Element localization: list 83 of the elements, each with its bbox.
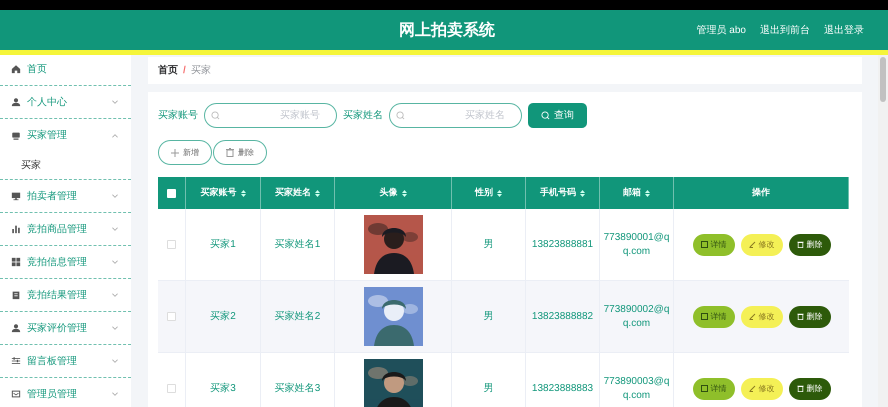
sidebar-item[interactable]: 首页 <box>0 55 131 86</box>
sidebar-subitem[interactable]: 买家 <box>0 152 131 180</box>
sidebar-item[interactable]: 买家管理 <box>0 119 131 152</box>
pencil-icon <box>748 385 756 392</box>
delete-button[interactable]: 删除 <box>213 140 267 165</box>
bar-chart-icon <box>11 224 21 234</box>
monitor-icon <box>11 191 21 201</box>
table-cell: 13823888882 <box>532 310 594 324</box>
search-icon <box>396 111 405 120</box>
table-cell: 买家姓名3 <box>274 382 320 396</box>
document-icon <box>700 241 708 248</box>
field-label: 买家姓名 <box>343 108 383 123</box>
sidebar-item[interactable]: 买家评价管理 <box>0 312 131 345</box>
sidebar-item[interactable]: 竞拍结果管理 <box>0 279 131 312</box>
table-cell: 男 <box>484 238 494 252</box>
clipboard-icon <box>11 290 21 300</box>
row-checkbox[interactable] <box>167 384 176 393</box>
sort-icon[interactable] <box>402 190 406 196</box>
details-button[interactable]: 详情 <box>692 234 734 256</box>
trash-icon <box>796 313 804 320</box>
header-link[interactable]: 退出登录 <box>824 22 864 38</box>
edit-button[interactable]: 修改 <box>740 306 782 328</box>
edit-button[interactable]: 修改 <box>740 378 782 400</box>
delete-button[interactable]: 删除 <box>788 378 830 400</box>
sidebar-item[interactable]: 竞拍商品管理 <box>0 213 131 246</box>
sidebar-item[interactable]: 留言板管理 <box>0 345 131 378</box>
search-icon <box>541 111 550 120</box>
sort-icon[interactable] <box>240 190 246 196</box>
app-title: 网上拍卖系统 <box>399 20 495 41</box>
table-cell: 13823888881 <box>532 238 594 252</box>
table-cell: 买家1 <box>210 238 236 252</box>
delete-button[interactable]: 删除 <box>788 234 830 256</box>
row-checkbox[interactable] <box>167 312 176 321</box>
delete-button[interactable]: 删除 <box>788 306 830 328</box>
search-field[interactable]: 买家账号 <box>204 103 337 128</box>
add-button[interactable]: 新增 <box>158 140 212 165</box>
scrollbar[interactable] <box>878 55 888 407</box>
trash-icon <box>796 241 804 248</box>
trash-icon <box>796 385 804 392</box>
header-checkbox[interactable] <box>167 188 176 198</box>
sort-icon[interactable] <box>580 190 585 196</box>
sidebar-item[interactable]: 管理员管理 <box>0 378 131 407</box>
person-icon <box>11 323 21 333</box>
monitor-icon <box>11 130 21 140</box>
trash-icon <box>226 148 234 157</box>
sidebar-item[interactable]: 拍卖者管理 <box>0 180 131 213</box>
mail-icon <box>11 389 21 399</box>
grid-icon <box>11 257 21 267</box>
search-button[interactable]: 查询 <box>528 103 587 128</box>
table-cell: 773890003@qq.com <box>603 375 670 402</box>
sidebar-item[interactable]: 竞拍信息管理 <box>0 246 131 279</box>
breadcrumb-separator: / <box>183 64 186 78</box>
plus-icon <box>171 148 179 156</box>
home-icon <box>11 64 21 74</box>
sliders-icon <box>11 356 21 366</box>
sort-icon[interactable] <box>315 190 320 196</box>
admin-label: 管理员 abo <box>696 24 746 38</box>
table-cell: 773890002@qq.com <box>603 303 670 330</box>
table-cell: 买家姓名2 <box>274 310 320 324</box>
sort-icon[interactable] <box>645 190 650 196</box>
field-label: 买家账号 <box>158 108 198 123</box>
table-cell: 买家姓名1 <box>274 238 320 252</box>
person-icon <box>11 97 21 107</box>
header-link[interactable]: 退出到前台 <box>760 22 810 38</box>
row-checkbox[interactable] <box>167 240 176 249</box>
breadcrumb-link[interactable]: 首页 <box>158 63 178 78</box>
table-cell: 男 <box>484 382 494 396</box>
sort-icon[interactable] <box>497 190 502 196</box>
search-icon <box>211 111 220 120</box>
table-cell: 买家3 <box>210 382 236 396</box>
details-button[interactable]: 详情 <box>692 306 734 328</box>
table-cell: 男 <box>484 310 494 324</box>
document-icon <box>700 313 708 320</box>
pencil-icon <box>748 313 756 320</box>
edit-button[interactable]: 修改 <box>740 234 782 256</box>
details-button[interactable]: 详情 <box>692 378 734 400</box>
table-cell: 773890001@qq.com <box>603 231 670 258</box>
pencil-icon <box>748 241 756 248</box>
table-cell: 买家2 <box>210 310 236 324</box>
sidebar-item[interactable]: 个人中心 <box>0 86 131 119</box>
table-cell: 13823888883 <box>532 382 594 396</box>
search-field[interactable]: 买家姓名 <box>389 103 522 128</box>
document-icon <box>700 385 708 392</box>
